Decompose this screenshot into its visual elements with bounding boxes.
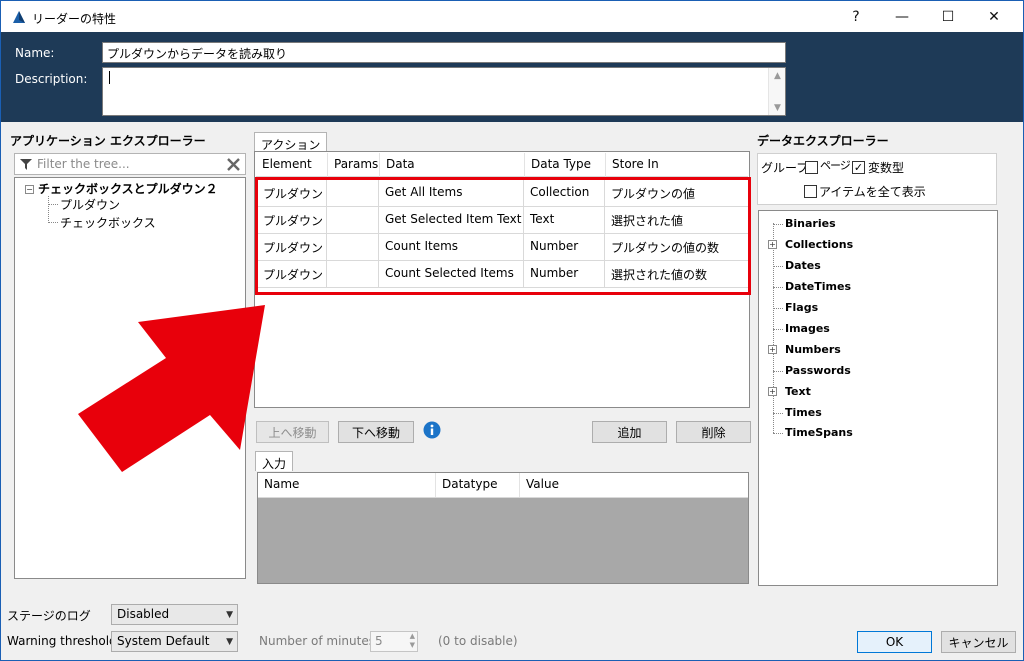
minutes-stepper[interactable]: 5 ▲ ▼ bbox=[370, 631, 418, 652]
data-item-text[interactable]: Text bbox=[785, 385, 811, 398]
column-header-params[interactable]: Params bbox=[328, 153, 380, 177]
chevron-down-icon: ▼ bbox=[226, 610, 233, 620]
cancel-button[interactable]: キャンセル bbox=[941, 631, 1016, 653]
tree-root-item[interactable]: チェックボックスとプルダウン２ bbox=[38, 180, 218, 197]
scroll-down-icon[interactable]: ▼ bbox=[769, 100, 786, 115]
data-item-numbers[interactable]: Numbers bbox=[785, 343, 841, 356]
column-header-name[interactable]: Name bbox=[258, 473, 436, 497]
tab-actions[interactable]: アクション bbox=[254, 132, 328, 152]
column-header-store-in[interactable]: Store In bbox=[606, 153, 748, 177]
page-checkbox-label: ページ bbox=[820, 159, 851, 172]
expand-numbers-icon[interactable]: + bbox=[768, 345, 777, 354]
text-caret bbox=[109, 71, 110, 84]
page-checkbox[interactable] bbox=[805, 161, 818, 174]
stage-log-value: Disabled bbox=[117, 607, 170, 621]
help-button[interactable]: ? bbox=[833, 2, 879, 32]
data-explorer-tree: Binaries + Collections Dates DateTimes F… bbox=[758, 210, 998, 586]
show-all-items-label: アイテムを全て表示 bbox=[819, 185, 926, 199]
minutes-value: 5 bbox=[375, 634, 383, 648]
actions-grid-header: Element Params Data Data Type Store In bbox=[256, 153, 748, 177]
expand-text-icon[interactable]: + bbox=[768, 387, 777, 396]
tree-connector bbox=[773, 224, 783, 225]
group-label: グループ bbox=[761, 161, 809, 175]
help-icon: ? bbox=[852, 9, 860, 25]
warning-threshold-dropdown[interactable]: System Default ▼ bbox=[111, 631, 238, 652]
data-item-passwords[interactable]: Passwords bbox=[785, 364, 851, 377]
stage-log-label: ステージのログ bbox=[7, 609, 91, 623]
description-scrollbar[interactable]: ▲ ▼ bbox=[768, 68, 785, 115]
show-all-items-checkbox[interactable] bbox=[804, 185, 817, 198]
data-item-collections[interactable]: Collections bbox=[785, 238, 853, 251]
minimize-icon: — bbox=[895, 9, 909, 25]
chevron-down-icon: ▼ bbox=[226, 637, 233, 647]
inputs-grid: Name Datatype Value bbox=[257, 472, 749, 584]
data-item-dates[interactable]: Dates bbox=[785, 259, 821, 272]
column-header-data[interactable]: Data bbox=[380, 153, 525, 177]
inputs-grid-header: Name Datatype Value bbox=[258, 473, 748, 498]
data-item-timespans[interactable]: TimeSpans bbox=[785, 426, 853, 439]
tree-filter-input[interactable]: Filter the tree... bbox=[14, 153, 246, 175]
tree-connector bbox=[773, 287, 783, 288]
tree-connector bbox=[48, 196, 49, 223]
column-header-datatype[interactable]: Datatype bbox=[436, 473, 520, 497]
close-icon: ✕ bbox=[988, 9, 1000, 25]
expand-collections-icon[interactable]: + bbox=[768, 240, 777, 249]
name-label: Name: bbox=[15, 46, 55, 60]
title-bar: リーダーの特性 ? — ☐ ✕ bbox=[1, 1, 1023, 32]
filter-placeholder: Filter the tree... bbox=[37, 157, 130, 171]
tree-connector bbox=[48, 204, 58, 205]
move-down-button[interactable]: 下へ移動 bbox=[338, 421, 414, 443]
variable-type-checkbox[interactable]: ✓ bbox=[852, 161, 865, 174]
maximize-icon: ☐ bbox=[941, 9, 955, 25]
minutes-hint: (0 to disable) bbox=[438, 634, 518, 648]
minimize-button[interactable]: — bbox=[879, 2, 925, 32]
warning-threshold-value: System Default bbox=[117, 634, 210, 648]
app-explorer-title: アプリケーション エクスプローラー bbox=[10, 134, 206, 148]
window-title: リーダーの特性 bbox=[32, 12, 117, 26]
data-item-images[interactable]: Images bbox=[785, 322, 830, 335]
stage-log-dropdown[interactable]: Disabled ▼ bbox=[111, 604, 238, 625]
data-item-times[interactable]: Times bbox=[785, 406, 822, 419]
data-item-flags[interactable]: Flags bbox=[785, 301, 818, 314]
delete-button[interactable]: 削除 bbox=[676, 421, 751, 443]
add-button[interactable]: 追加 bbox=[592, 421, 667, 443]
tree-connector bbox=[773, 371, 783, 372]
column-header-element[interactable]: Element bbox=[256, 153, 328, 177]
move-up-button[interactable]: 上へ移動 bbox=[256, 421, 329, 443]
variable-type-label: 変数型 bbox=[868, 161, 905, 175]
tree-connector bbox=[773, 413, 783, 414]
tree-connector bbox=[773, 329, 783, 330]
tree-connector bbox=[48, 222, 58, 223]
tree-connector bbox=[773, 266, 783, 267]
tree-connector bbox=[773, 433, 783, 434]
info-icon[interactable] bbox=[423, 421, 441, 439]
close-button[interactable]: ✕ bbox=[971, 2, 1017, 32]
data-item-datetimes[interactable]: DateTimes bbox=[785, 280, 851, 293]
scroll-up-icon[interactable]: ▲ bbox=[769, 68, 786, 83]
highlight-box bbox=[255, 177, 751, 295]
name-input[interactable]: プルダウンからデータを読み取り bbox=[102, 42, 786, 63]
maximize-button[interactable]: ☐ bbox=[925, 2, 971, 32]
description-input[interactable]: ▲ ▼ bbox=[102, 67, 786, 116]
tree-connector bbox=[773, 223, 774, 433]
clear-filter-icon[interactable] bbox=[227, 158, 240, 171]
filter-icon bbox=[20, 159, 32, 170]
data-explorer-options: グループ ページ ✓ 変数型 アイテムを全て表示 bbox=[757, 153, 997, 205]
column-header-value[interactable]: Value bbox=[520, 473, 748, 497]
tree-item-checkbox[interactable]: チェックボックス bbox=[60, 214, 156, 231]
description-label: Description: bbox=[15, 72, 88, 86]
warning-threshold-label: Warning threshold: bbox=[7, 634, 121, 648]
tree-item-pulldown[interactable]: プルダウン bbox=[60, 196, 120, 213]
data-item-binaries[interactable]: Binaries bbox=[785, 217, 836, 230]
tab-inputs[interactable]: 入力 bbox=[255, 451, 294, 471]
ok-button[interactable]: OK bbox=[857, 631, 932, 653]
annotation-arrow-icon bbox=[78, 305, 265, 472]
data-explorer-title: データエクスプローラー bbox=[757, 134, 889, 148]
column-header-data-type[interactable]: Data Type bbox=[525, 153, 606, 177]
tree-connector bbox=[773, 308, 783, 309]
minutes-label: Number of minutes bbox=[259, 634, 375, 648]
stepper-arrows-icon[interactable]: ▲ ▼ bbox=[410, 632, 415, 650]
tree-collapse-icon[interactable]: − bbox=[25, 185, 34, 194]
app-logo-icon bbox=[13, 11, 25, 23]
